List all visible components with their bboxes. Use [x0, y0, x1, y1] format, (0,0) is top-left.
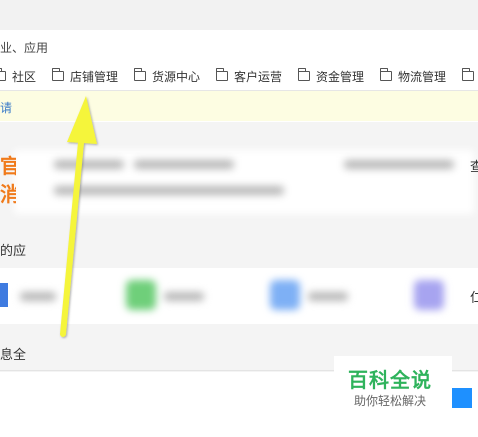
bookmarks-bar: 社区 店铺管理 货源中心 客户运营 资金管理 物流管理 [0, 62, 478, 91]
address-text: 业、应用 [0, 41, 49, 55]
right-edge-text: 查 [470, 160, 478, 175]
info-label: 息全 [0, 348, 27, 363]
browser-top-strip [0, 0, 478, 30]
blurred-text [344, 160, 454, 169]
shortcut-icon-blue[interactable] [270, 280, 300, 310]
announcement-card [14, 150, 474, 214]
blurred-text [134, 160, 234, 169]
folder-icon [216, 68, 228, 81]
blue-action-button[interactable] [452, 388, 472, 408]
blurred-text [54, 160, 124, 169]
orange-title-bottom: 消息 [0, 182, 16, 204]
notice-bar: 请 [0, 91, 478, 121]
address-bar[interactable]: 业、应用 [0, 30, 478, 62]
bookmark-label: 店铺管理 [70, 69, 119, 84]
bookmark-customer-ops[interactable]: 客户运营 [216, 68, 282, 84]
notice-text[interactable]: 请 [0, 99, 12, 116]
folder-icon [298, 68, 310, 81]
blurred-text [308, 292, 348, 301]
blurred-text [20, 292, 56, 301]
folder-icon [134, 68, 146, 81]
bookmark-label: 客户运营 [234, 69, 283, 84]
section-label: 的应 [0, 244, 27, 259]
bookmark-logistics[interactable]: 物流管理 [380, 68, 446, 84]
bookmark-label: 社区 [12, 69, 37, 84]
bookmark-label: 货源中心 [152, 69, 201, 84]
shortcut-icon-purple[interactable] [414, 280, 444, 310]
blurred-text [54, 186, 284, 195]
watermark-subtitle: 助你轻松解决 [354, 394, 427, 408]
bookmark-label: 资金管理 [316, 69, 365, 84]
watermark-title: 百科全说 [348, 368, 432, 392]
blurred-text [164, 292, 204, 301]
bookmark-supply-center[interactable]: 货源中心 [134, 68, 200, 84]
shortcut-icon-green[interactable] [126, 280, 156, 310]
watermark: 百科全说 助你轻松解决 [334, 356, 452, 412]
bookmark-overflow[interactable] [462, 68, 478, 84]
blue-indicator [0, 283, 8, 307]
bookmark-store-management[interactable]: 店铺管理 [52, 68, 118, 84]
bookmark-label: 物流管理 [398, 69, 447, 84]
right-edge-text: 仁 [470, 291, 478, 306]
folder-icon [0, 68, 6, 81]
bookmark-community[interactable]: 社区 [0, 68, 36, 84]
folder-icon [52, 68, 64, 81]
orange-title-top: 官方 [0, 154, 16, 176]
folder-icon [380, 68, 392, 81]
folder-icon [462, 68, 474, 81]
app-shortcuts-row [0, 268, 478, 324]
bookmark-fund-management[interactable]: 资金管理 [298, 68, 364, 84]
